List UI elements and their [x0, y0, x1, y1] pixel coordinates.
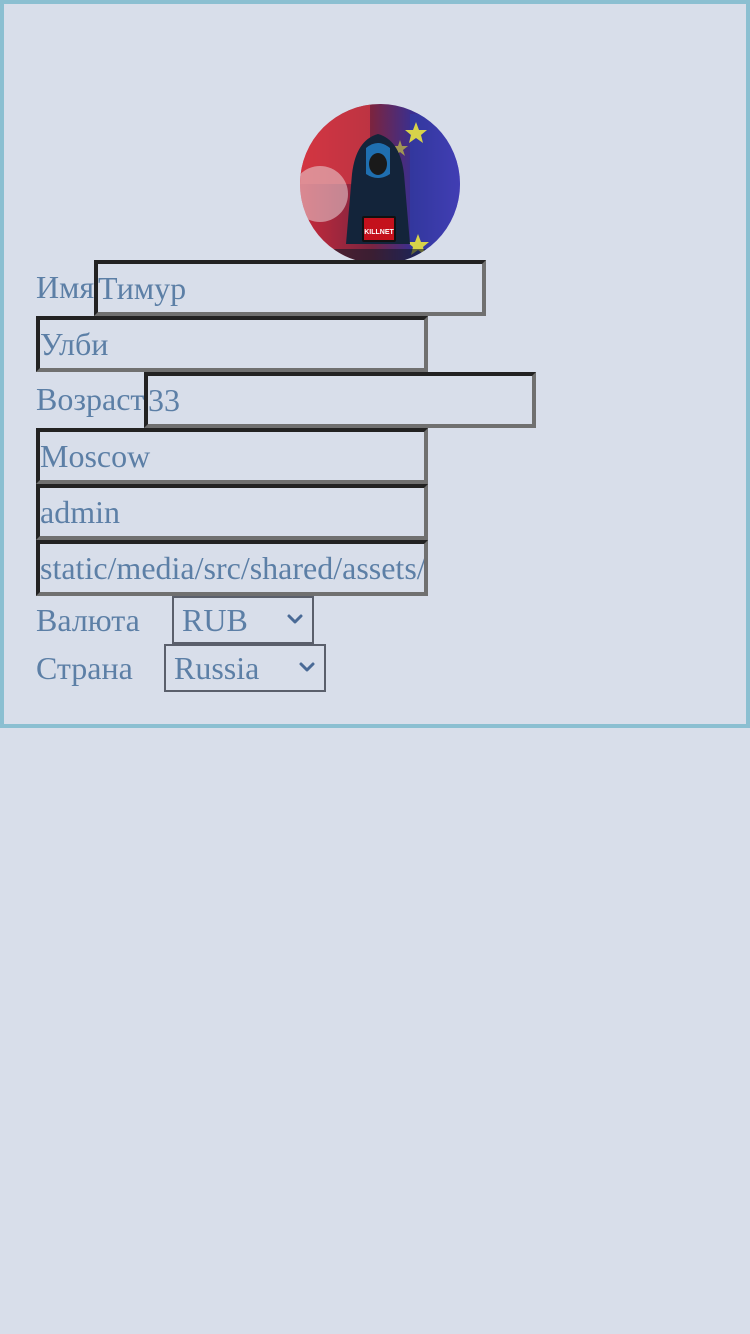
first-name-label: Имя [36, 269, 95, 305]
currency-value: RUB [182, 602, 248, 638]
username-input[interactable]: admin [36, 484, 428, 540]
chevron-down-icon [287, 614, 303, 624]
currency-select[interactable]: RUB [172, 596, 314, 644]
currency-label: Валюта [36, 602, 140, 638]
first-name-value: Тимур [98, 270, 187, 306]
country-label: Страна [36, 650, 133, 686]
avatar: KILLNET [300, 104, 460, 264]
city-input[interactable]: Moscow [36, 428, 428, 484]
avatar-path-value: static/media/src/shared/assets/ [40, 550, 426, 586]
country-value: Russia [174, 650, 260, 686]
last-name-value: Улби [40, 326, 109, 362]
city-value: Moscow [40, 438, 151, 474]
age-input[interactable]: 33 [144, 372, 536, 428]
last-name-input[interactable]: Улби [36, 316, 428, 372]
avatar-logo-text: KILLNET [364, 229, 394, 236]
age-label: Возраст [36, 381, 145, 417]
chevron-down-icon [299, 662, 315, 672]
username-value: admin [40, 494, 120, 530]
avatar-image: KILLNET [300, 104, 460, 264]
avatar-path-input[interactable]: static/media/src/shared/assets/ [36, 540, 428, 596]
country-select[interactable]: Russia [164, 644, 326, 692]
age-value: 33 [148, 382, 180, 418]
first-name-input[interactable]: Тимур [94, 260, 486, 316]
profile-card: KILLNET Имя Тимур Улби Возраст 33 Moscow… [0, 0, 750, 728]
